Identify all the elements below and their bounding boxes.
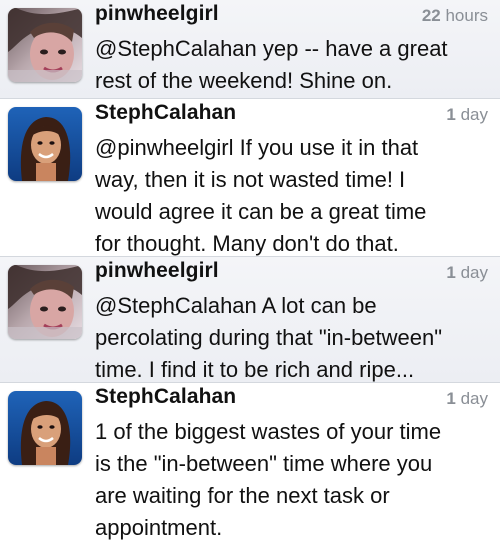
avatar[interactable]: [8, 107, 82, 181]
tweet-text: 1 of the biggest wastes of your time is …: [95, 419, 442, 540]
tweet-username[interactable]: StephCalahan: [95, 385, 236, 409]
tweet-timestamp: 1 day: [446, 263, 488, 282]
tweet-item[interactable]: StephCalahan 1 day @pinwheelgirl If you …: [0, 99, 500, 257]
tweet-timestamp: 1 day: [446, 389, 488, 408]
tweet-timestamp: 22 hours: [421, 6, 488, 25]
avatar[interactable]: [8, 8, 82, 82]
tweet-text: @StephCalahan A lot can be percolating d…: [95, 293, 443, 382]
tweet-username[interactable]: StephCalahan: [95, 101, 236, 125]
tweet-timeline: pinwheelgirl 22 hours @StephCalahan yep …: [0, 0, 500, 540]
avatar[interactable]: [8, 265, 82, 339]
stephcalahan-avatar-image: [8, 391, 82, 465]
pinwheelgirl-avatar-image: [8, 265, 82, 339]
tweet-text: @StephCalahan yep -- have a great rest o…: [95, 36, 448, 93]
tweet-username[interactable]: pinwheelgirl: [95, 259, 219, 283]
tweet-username[interactable]: pinwheelgirl: [95, 2, 219, 26]
pinwheelgirl-avatar-image: [8, 8, 82, 82]
tweet-timestamp: 1 day: [446, 105, 488, 124]
stephcalahan-avatar-image: [8, 107, 82, 181]
tweet-item[interactable]: pinwheelgirl 1 day @StephCalahan A lot c…: [0, 257, 500, 383]
avatar[interactable]: [8, 391, 82, 465]
tweet-item[interactable]: pinwheelgirl 22 hours @StephCalahan yep …: [0, 0, 500, 99]
tweet-item[interactable]: StephCalahan 1 day 1 of the biggest wast…: [0, 383, 500, 540]
tweet-text: @pinwheelgirl If you use it in that way,…: [95, 135, 427, 256]
